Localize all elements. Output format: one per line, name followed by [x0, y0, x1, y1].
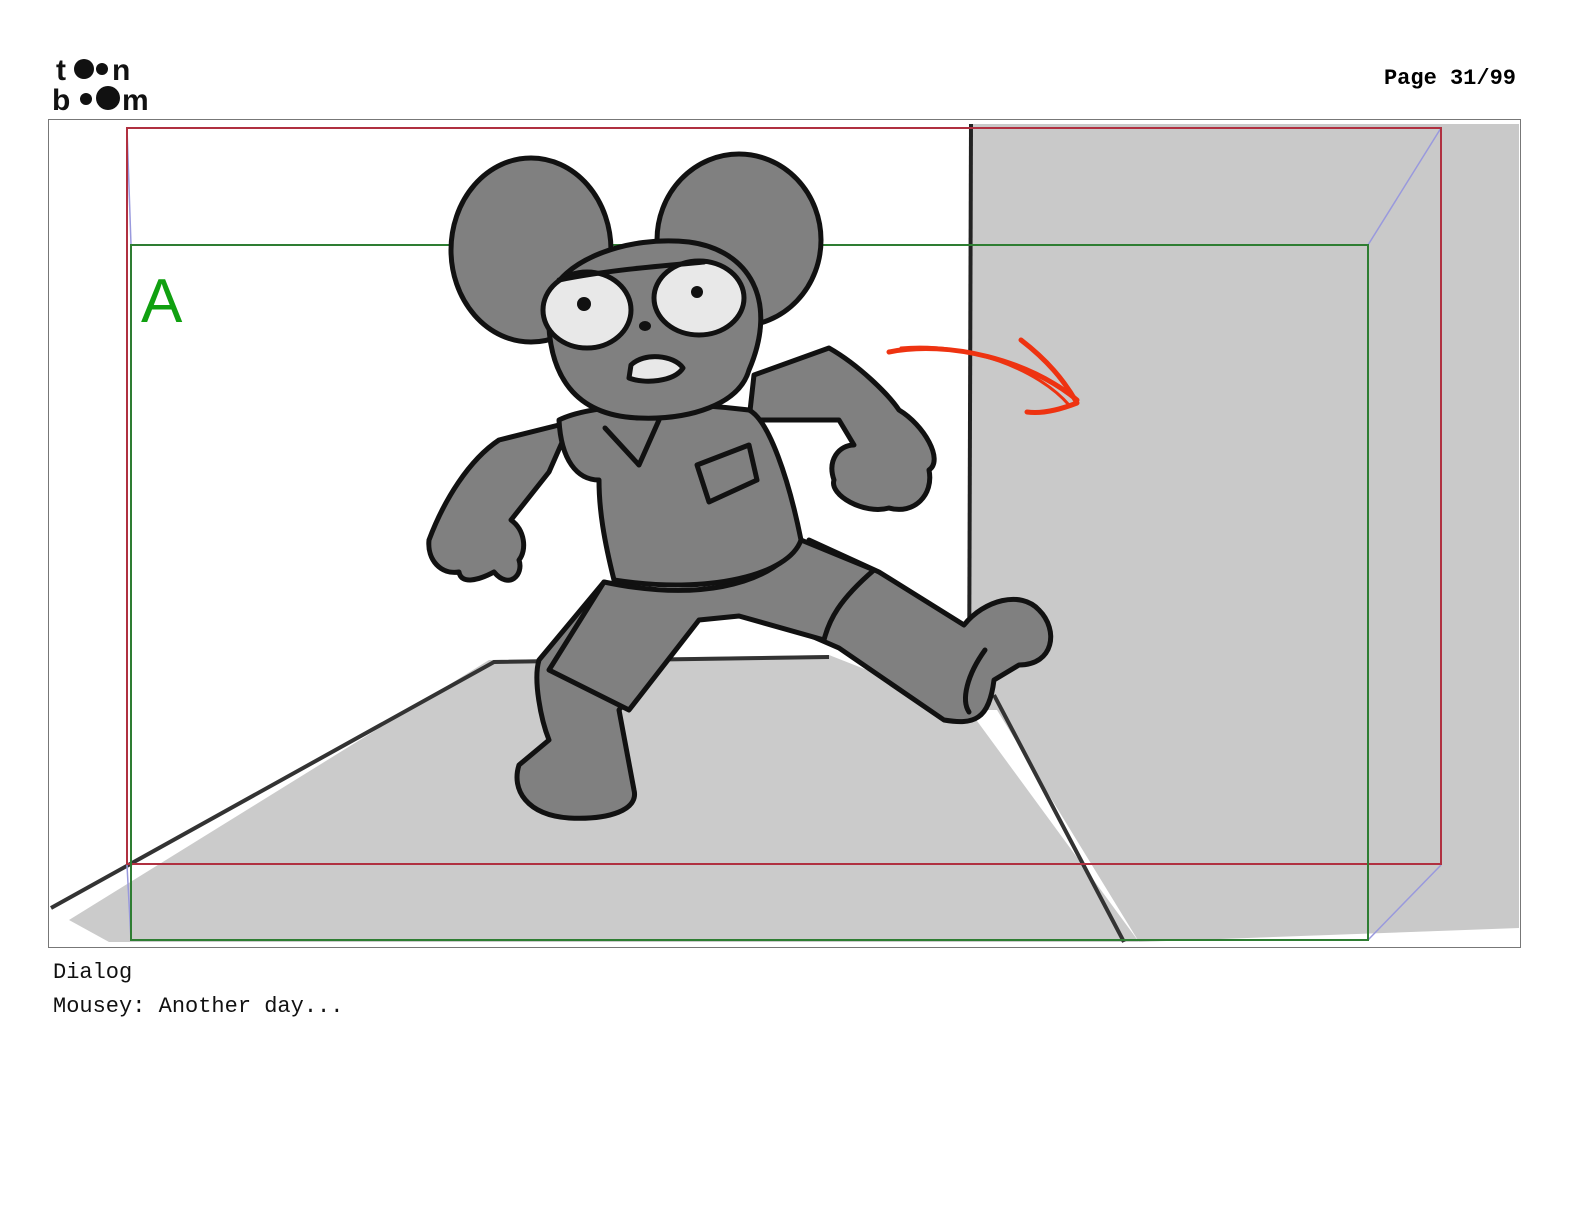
dialog-text: Mousey: Another day...: [53, 994, 344, 1019]
mouse-right-eye: [651, 258, 747, 338]
dialog-label: Dialog: [53, 960, 133, 985]
logo-dot: [80, 93, 92, 105]
mouse-mouth: [626, 354, 686, 384]
mouse-left-arm: [426, 419, 574, 583]
logo-dot: [96, 86, 120, 110]
logo-t: t: [56, 54, 66, 87]
mouse-torso: [556, 402, 804, 588]
right-wall-shade: [969, 124, 1519, 942]
logo-dot: [74, 59, 94, 79]
logo-n: n: [112, 54, 130, 87]
page-number: Page 31/99: [1383, 66, 1516, 91]
logo-m: m: [122, 84, 149, 112]
field-letter: A: [141, 267, 183, 336]
toonboom-logo: t n b m: [52, 52, 164, 112]
storyboard-panel: A: [48, 119, 1521, 948]
logo-dot: [96, 63, 108, 75]
toonboom-logo-mark: t n b m: [52, 54, 149, 112]
panel-drawing: A: [50, 123, 1519, 943]
logo-b: b: [52, 84, 70, 112]
